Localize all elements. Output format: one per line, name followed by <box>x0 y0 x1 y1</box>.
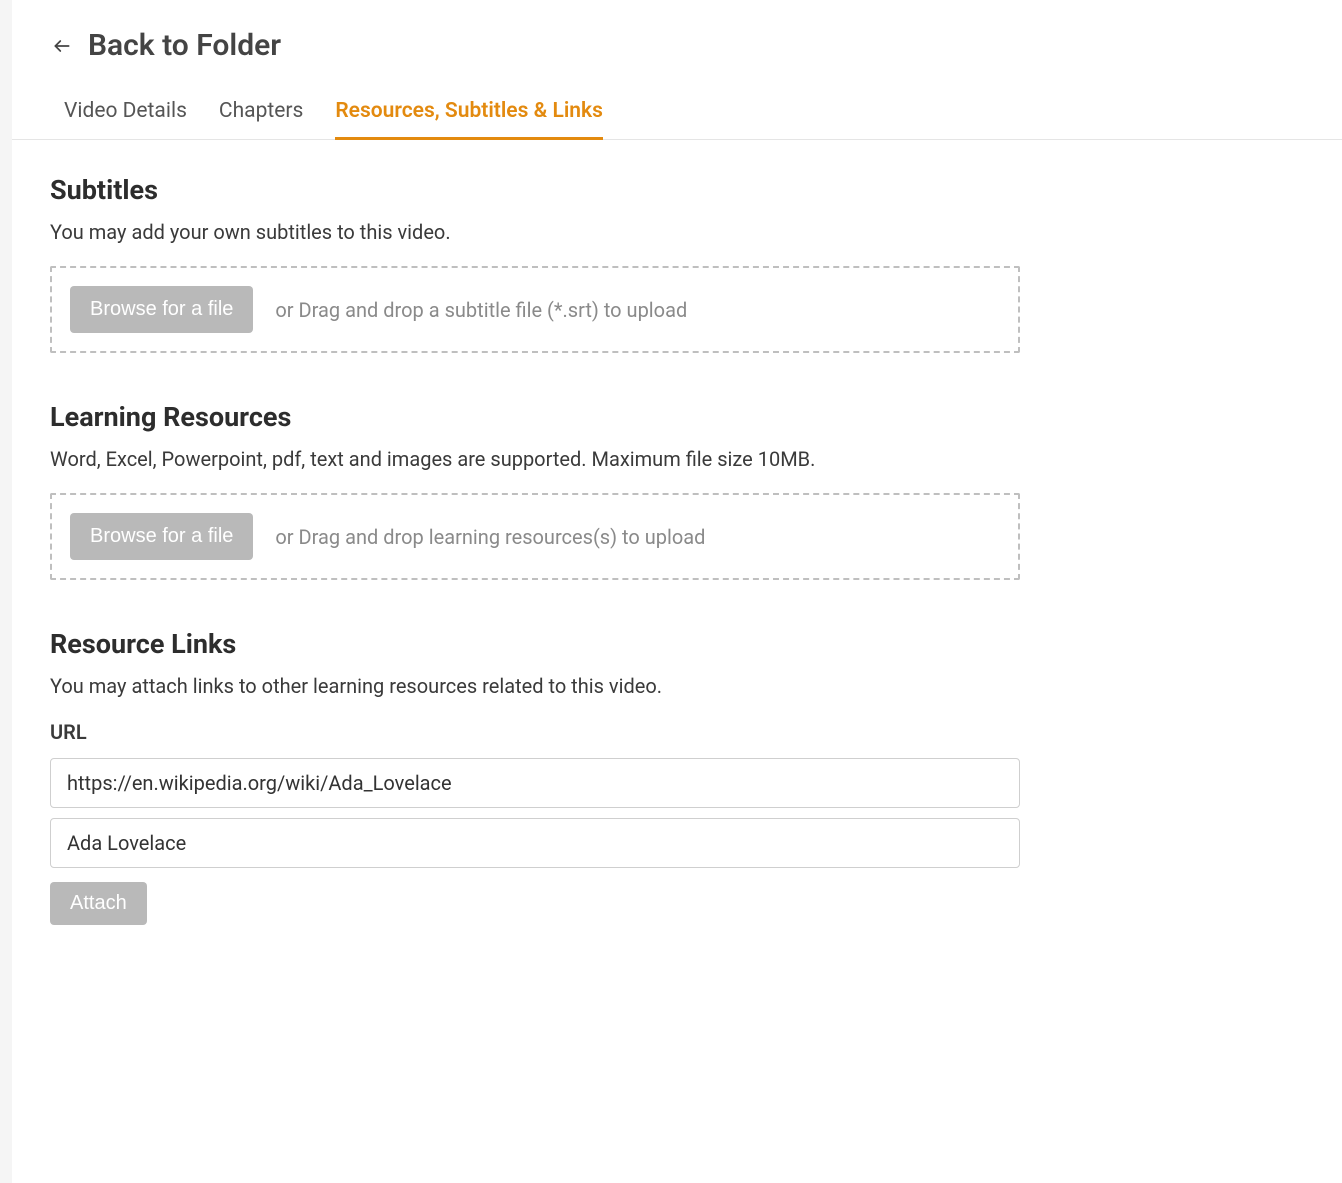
page-container: Back to Folder Video Details Chapters Re… <box>12 0 1342 1183</box>
resource-links-section: Resource Links You may attach links to o… <box>50 628 1304 925</box>
learning-heading: Learning Resources <box>50 401 1304 433</box>
link-name-input[interactable] <box>50 818 1020 868</box>
learning-dropzone[interactable]: Browse for a file or Drag and drop learn… <box>50 493 1020 580</box>
back-title: Back to Folder <box>88 28 281 63</box>
attach-button[interactable]: Attach <box>50 882 147 925</box>
url-input[interactable] <box>50 758 1020 808</box>
links-description: You may attach links to other learning r… <box>50 674 1304 698</box>
back-to-folder-link[interactable]: Back to Folder <box>12 28 1342 75</box>
content-area: Subtitles You may add your own subtitles… <box>12 140 1342 925</box>
subtitles-description: You may add your own subtitles to this v… <box>50 220 1304 244</box>
tab-resources-subtitles-links[interactable]: Resources, Subtitles & Links <box>335 99 603 140</box>
learning-resources-section: Learning Resources Word, Excel, Powerpoi… <box>50 401 1304 580</box>
url-label: URL <box>50 720 1304 744</box>
subtitles-heading: Subtitles <box>50 174 1304 206</box>
learning-drop-text: or Drag and drop learning resources(s) t… <box>275 525 705 549</box>
subtitles-browse-button[interactable]: Browse for a file <box>70 286 253 333</box>
learning-browse-button[interactable]: Browse for a file <box>70 513 253 560</box>
subtitles-section: Subtitles You may add your own subtitles… <box>50 174 1304 353</box>
tab-chapters[interactable]: Chapters <box>219 99 303 140</box>
learning-description: Word, Excel, Powerpoint, pdf, text and i… <box>50 447 1304 471</box>
links-heading: Resource Links <box>50 628 1304 660</box>
subtitles-drop-text: or Drag and drop a subtitle file (*.srt)… <box>275 298 687 322</box>
tab-video-details[interactable]: Video Details <box>64 99 187 140</box>
subtitles-dropzone[interactable]: Browse for a file or Drag and drop a sub… <box>50 266 1020 353</box>
arrow-left-icon <box>50 34 74 58</box>
tabs: Video Details Chapters Resources, Subtit… <box>12 75 1342 140</box>
